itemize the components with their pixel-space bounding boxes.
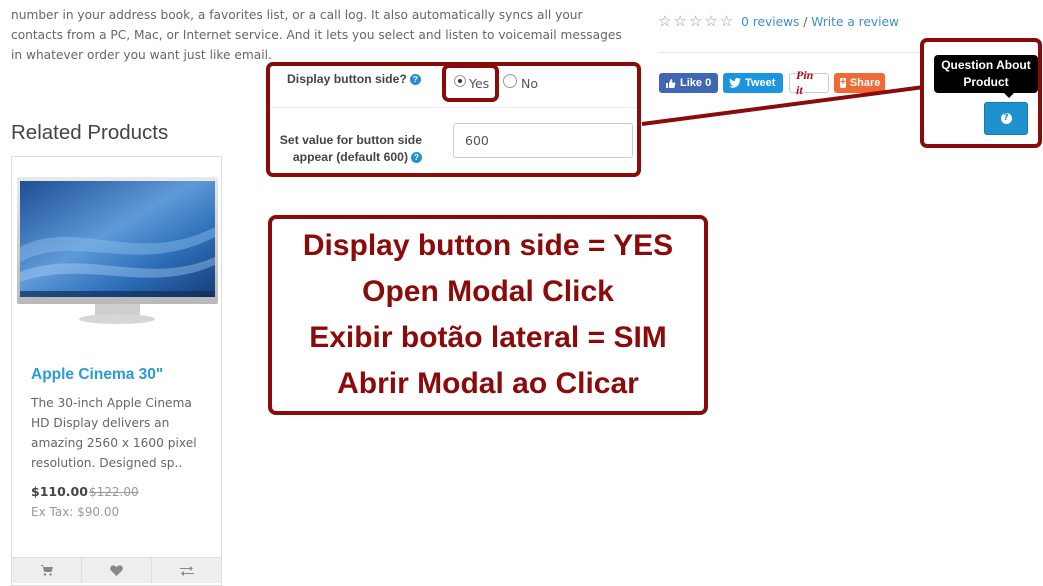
callout-line: Open Modal Click [362,275,614,308]
rating-row: ☆☆☆☆☆ 0 reviews / Write a review [658,12,899,30]
callout-line: Abrir Modal ao Clicar [337,367,639,400]
product-price: $110.00 [31,484,88,499]
divider [658,52,923,53]
callout-line: Exibir botão lateral = SIM [309,321,667,354]
connector-line [641,85,925,126]
display-side-label: Display button side?? [287,72,421,86]
question-tooltip: Question About Product [934,55,1038,98]
question-icon: ? [1000,113,1012,124]
annotation-callout: Display button side = YES Open Modal Cli… [268,215,708,415]
add-to-cart-button[interactable] [12,558,82,583]
heart-icon [110,565,123,576]
display-side-label-text: Display button side? [287,72,407,86]
button-side-value-input[interactable] [453,123,633,158]
product-short-description: The 30-inch Apple Cinema HD Display deli… [31,396,197,470]
rating-separator: / [799,15,812,29]
product-action-bar [12,557,221,583]
exchange-icon [179,566,194,576]
related-products-heading: Related Products [11,121,169,144]
product-name-link[interactable]: Apple Cinema 30" [31,366,163,384]
reviews-link[interactable]: 0 reviews [741,15,799,29]
compare-button[interactable] [152,558,221,583]
no-radio[interactable] [503,74,517,88]
star-rating-icon: ☆☆☆☆☆ [658,12,736,30]
product-ex-tax: Ex Tax: $90.00 [31,505,120,519]
cart-icon [40,565,53,576]
callout-line: Display button side = YES [302,229,674,262]
product-old-price: $122.00 [89,485,139,499]
write-review-link[interactable]: Write a review [811,15,899,29]
wishlist-button[interactable] [82,558,152,583]
yes-radio[interactable] [454,75,466,87]
product-description: number in your address book, a favorites… [11,8,622,62]
button-side-value-label: Set value for button side appear (defaul… [274,132,422,166]
product-image[interactable] [17,177,218,325]
help-icon: ? [409,74,421,85]
question-button[interactable]: ? [984,102,1028,135]
button-side-value-label-text: Set value for button side appear (defaul… [279,133,422,164]
yes-label: Yes [469,76,490,91]
help-icon: ? [411,152,422,163]
no-label: No [521,76,538,91]
